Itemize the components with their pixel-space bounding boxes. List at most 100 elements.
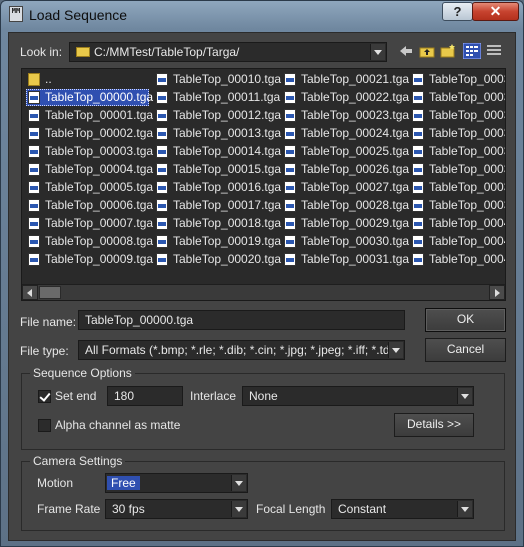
file-item[interactable]: TableTop_00037: [410, 161, 505, 178]
file-item[interactable]: TableTop_00001.tga: [26, 107, 153, 124]
chevron-down-icon[interactable]: [388, 342, 403, 358]
file-item[interactable]: TableTop_00025.tga: [282, 143, 409, 160]
file-item[interactable]: TableTop_00016.tga: [154, 179, 281, 196]
file-item[interactable]: TableTop_00039: [410, 197, 505, 214]
interlace-dropdown[interactable]: None: [242, 386, 474, 406]
file-item-label: TableTop_00002.tga: [45, 126, 154, 140]
file-item-label: TableTop_00023.tga: [301, 108, 410, 122]
sequence-options-title: Sequence Options: [30, 366, 135, 380]
file-item[interactable]: TableTop_00003.tga: [26, 143, 153, 160]
file-item[interactable]: TableTop_00018.tga: [154, 215, 281, 232]
file-item-label: TableTop_00013.tga: [173, 126, 282, 140]
file-name-label: File name:: [20, 315, 77, 329]
folder-icon: [76, 47, 90, 57]
set-end-input[interactable]: 180: [107, 386, 183, 406]
file-item[interactable]: TableTop_00000.tga: [26, 89, 153, 106]
help-button[interactable]: ?: [442, 2, 473, 21]
image-file-icon: [412, 127, 424, 140]
file-item[interactable]: TableTop_00042: [410, 251, 505, 268]
new-folder-icon[interactable]: [440, 44, 456, 58]
file-type-dropdown[interactable]: All Formats (*.bmp; *.rle; *.dib; *.cin;…: [78, 340, 405, 360]
file-item[interactable]: TableTop_00014.tga: [154, 143, 281, 160]
file-item[interactable]: TableTop_00041: [410, 233, 505, 250]
file-item[interactable]: TableTop_00010.tga: [154, 71, 281, 88]
file-type-label: File type:: [20, 344, 69, 358]
file-item-label: TableTop_00042: [429, 252, 505, 266]
detail-view-icon[interactable]: [486, 44, 502, 58]
back-arrow-icon[interactable]: [398, 44, 414, 58]
horizontal-scrollbar[interactable]: [22, 284, 505, 300]
file-item[interactable]: TableTop_00032: [410, 71, 505, 88]
title-bar[interactable]: MM Load Sequence ? ✕: [1, 1, 523, 29]
image-file-icon: [412, 145, 424, 158]
focal-length-value: Constant: [338, 502, 387, 516]
chevron-down-icon[interactable]: [231, 475, 246, 491]
file-item[interactable]: TableTop_00013.tga: [154, 125, 281, 142]
scroll-right-button[interactable]: [489, 285, 505, 300]
file-item[interactable]: TableTop_00005.tga: [26, 179, 153, 196]
file-item[interactable]: TableTop_00028.tga: [282, 197, 409, 214]
image-file-icon: [156, 91, 168, 104]
file-item[interactable]: TableTop_00036: [410, 143, 505, 160]
file-item[interactable]: TableTop_00009.tga: [26, 251, 153, 268]
file-item-label: ..: [45, 72, 52, 86]
image-file-icon: [284, 253, 296, 266]
file-name-input[interactable]: TableTop_00000.tga: [78, 310, 405, 330]
up-folder-icon[interactable]: [419, 44, 435, 58]
file-item[interactable]: TableTop_00008.tga: [26, 233, 153, 250]
file-item[interactable]: TableTop_00023.tga: [282, 107, 409, 124]
file-item[interactable]: TableTop_00024.tga: [282, 125, 409, 142]
image-file-icon: [156, 253, 168, 266]
file-item[interactable]: TableTop_00035: [410, 125, 505, 142]
file-item-label: TableTop_00041: [429, 234, 505, 248]
focal-length-dropdown[interactable]: Constant: [331, 499, 474, 519]
file-item[interactable]: TableTop_00011.tga: [154, 89, 280, 106]
file-item[interactable]: TableTop_00006.tga: [26, 197, 153, 214]
file-item[interactable]: TableTop_00022.tga: [282, 89, 409, 106]
file-item[interactable]: TableTop_00015.tga: [154, 161, 281, 178]
file-item[interactable]: TableTop_00030.tga: [282, 233, 409, 250]
file-item[interactable]: TableTop_00026.tga: [282, 161, 409, 178]
image-file-icon: [156, 109, 168, 122]
alpha-matte-checkbox[interactable]: [38, 419, 51, 432]
details-button[interactable]: Details >>: [394, 413, 474, 437]
file-item[interactable]: TableTop_00040: [410, 215, 505, 232]
motion-dropdown[interactable]: Free: [105, 473, 248, 493]
file-item[interactable]: TableTop_00007.tga: [26, 215, 153, 232]
ok-button[interactable]: OK: [425, 308, 506, 332]
set-end-checkbox[interactable]: [38, 390, 51, 403]
chevron-down-icon[interactable]: [457, 388, 472, 404]
chevron-down-icon[interactable]: [231, 501, 246, 517]
motion-value: Free: [107, 476, 140, 490]
file-item[interactable]: TableTop_00038: [410, 179, 505, 196]
list-view-icon[interactable]: [463, 43, 481, 59]
file-item-label: TableTop_00038: [429, 180, 505, 194]
file-item[interactable]: TableTop_00017.tga: [154, 197, 281, 214]
image-file-icon: [284, 145, 296, 158]
file-item[interactable]: TableTop_00012.tga: [154, 107, 281, 124]
file-item[interactable]: TableTop_00004.tga: [26, 161, 153, 178]
chevron-down-icon[interactable]: [370, 44, 385, 60]
image-file-icon: [28, 253, 40, 266]
file-item-label: TableTop_00032: [429, 72, 505, 86]
scroll-thumb[interactable]: [39, 286, 61, 299]
file-item[interactable]: TableTop_00033: [410, 89, 505, 106]
file-item[interactable]: TableTop_00021.tga: [282, 71, 409, 88]
cancel-button[interactable]: Cancel: [425, 338, 506, 362]
image-file-icon: [28, 91, 40, 104]
file-item[interactable]: TableTop_00019.tga: [154, 233, 281, 250]
file-list[interactable]: .. TableTop_00000.tga TableTop_00001.tga Ta…: [21, 68, 506, 301]
file-item[interactable]: TableTop_00020.tga: [154, 251, 281, 268]
file-item[interactable]: TableTop_00031.tga: [282, 251, 409, 268]
file-item[interactable]: TableTop_00029.tga: [282, 215, 409, 232]
file-item[interactable]: TableTop_00027.tga: [282, 179, 409, 196]
parent-folder-item[interactable]: ..: [26, 71, 149, 88]
chevron-down-icon[interactable]: [457, 501, 472, 517]
file-item[interactable]: TableTop_00034: [410, 107, 505, 124]
scroll-left-button[interactable]: [22, 285, 38, 300]
look-in-dropdown[interactable]: C:/MMTest/TableTop/Targa/: [69, 42, 387, 62]
set-end-label: Set end: [55, 389, 97, 403]
frame-rate-dropdown[interactable]: 30 fps: [105, 499, 248, 519]
close-button[interactable]: ✕: [472, 2, 519, 21]
file-item[interactable]: TableTop_00002.tga: [26, 125, 153, 142]
